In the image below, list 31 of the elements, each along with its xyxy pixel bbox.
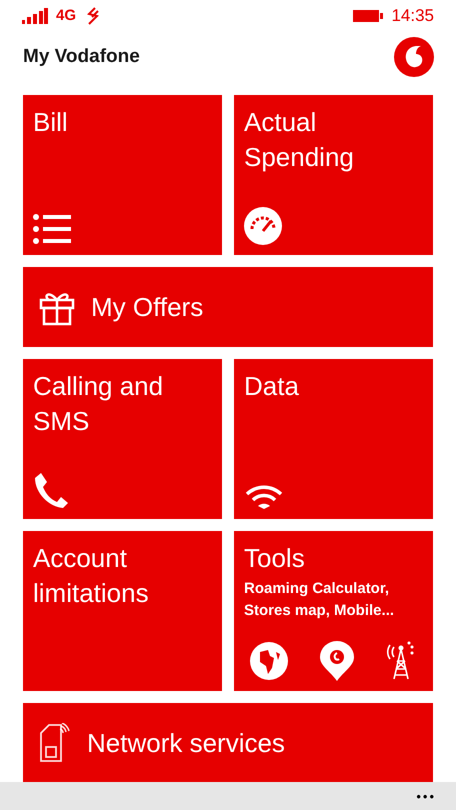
- menu-tile[interactable]: Account limitations: [23, 531, 222, 691]
- logo-icon: [394, 37, 434, 77]
- tile-label: My Offers: [91, 290, 204, 324]
- tile-label: Bill: [33, 106, 69, 139]
- signal-icon: [22, 8, 48, 24]
- network-type: 4G: [56, 6, 76, 26]
- menu-tile[interactable]: Actual Spending: [234, 95, 433, 255]
- tile-label: Account limitations: [33, 542, 150, 610]
- globe-icon: [250, 642, 288, 680]
- clock-time: 14:35: [391, 5, 434, 28]
- sim-card-icon: [39, 723, 71, 763]
- wifi-icon: [244, 485, 284, 509]
- menu-tile[interactable]: Network services: [23, 703, 433, 783]
- menu-tile[interactable]: Calling and SMS: [23, 359, 222, 519]
- list-icon: [33, 213, 71, 245]
- battery-icon: [353, 10, 384, 22]
- map-pin-icon: [320, 641, 354, 681]
- menu-tile[interactable]: Data: [234, 359, 433, 519]
- tile-subtitle: Roaming Calculator, Stores map, Mobile...: [244, 579, 396, 621]
- tile-label: Network services: [87, 726, 285, 760]
- tile-label: Tools: [244, 542, 306, 575]
- phone-icon: [33, 471, 69, 509]
- tile-label: Calling and SMS: [33, 370, 164, 438]
- more-button[interactable]: •••: [416, 790, 436, 802]
- menu-tile[interactable]: Bill: [23, 95, 222, 255]
- menu-tile[interactable]: My Offers: [23, 267, 433, 347]
- app-title: My Vodafone: [23, 44, 140, 69]
- tile-label: Actual Spending: [244, 106, 355, 174]
- menu-tile[interactable]: Tools Roaming Calculator, Stores map, Mobile...: [234, 531, 433, 691]
- tile-label: Data: [244, 370, 300, 403]
- gauge-icon: [244, 207, 282, 245]
